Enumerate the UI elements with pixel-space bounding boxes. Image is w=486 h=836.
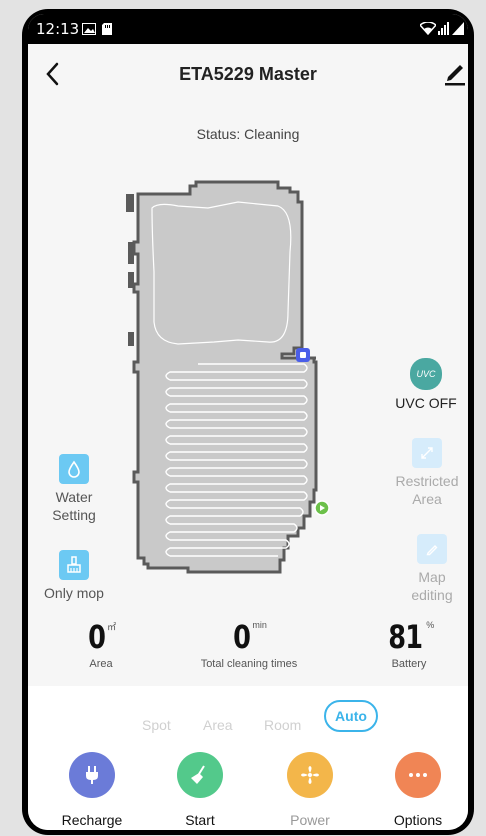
status-bar: 12:13 <box>28 14 468 44</box>
charging-dock-icon <box>296 348 310 362</box>
water-setting-button[interactable]: Water Setting <box>42 454 106 524</box>
restricted-area-button[interactable]: Restricted Area <box>388 438 466 508</box>
cleaning-status: Status: Cleaning <box>196 126 300 142</box>
area-label: Area <box>89 658 113 670</box>
start-button[interactable]: Start <box>150 752 250 828</box>
cleaning-map[interactable] <box>118 172 318 592</box>
only-mop-button[interactable]: Only mop <box>36 550 112 602</box>
gallery-icon <box>82 23 96 35</box>
edit-pencil-icon[interactable] <box>444 58 466 86</box>
map-room-polygon <box>132 180 318 574</box>
uvc-badge-text: UVC <box>416 369 436 379</box>
mop-brush-icon <box>59 550 89 580</box>
options-button[interactable]: Options <box>368 752 468 828</box>
map-edit-icon <box>417 534 447 564</box>
battery-status-icon <box>452 22 464 35</box>
restricted-area-icon <box>412 438 442 468</box>
mode-area[interactable]: Area <box>203 717 233 733</box>
page-title: ETA5229 Master <box>179 64 317 84</box>
cleaning-time-unit: min <box>252 620 267 630</box>
battery-unit: % <box>426 620 435 630</box>
uvc-icon: UVC <box>410 358 442 390</box>
stat-cleaning-time: 0 min Total cleaning times <box>174 618 324 670</box>
battery-label: Battery <box>391 658 427 670</box>
wifi-icon <box>420 22 436 35</box>
start-label: Start <box>185 812 215 828</box>
more-icon <box>395 752 441 798</box>
map-wall-nub <box>128 332 134 346</box>
battery-value: 81 <box>387 618 423 656</box>
options-label: Options <box>393 812 443 828</box>
mode-room[interactable]: Room <box>264 717 301 733</box>
fan-icon <box>287 752 333 798</box>
stat-battery: 81% Battery <box>334 618 468 670</box>
stat-area: 0 ㎡ Area <box>28 618 176 670</box>
map-editing-label-2: editing <box>411 587 453 603</box>
uvc-toggle[interactable]: UVC UVC OFF <box>388 358 464 412</box>
status-time: 12:13 <box>36 20 80 38</box>
app-bar: ETA5229 Master <box>28 44 468 104</box>
uvc-label: UVC OFF <box>395 395 457 411</box>
sd-card-icon <box>102 23 112 35</box>
recharge-button[interactable]: Recharge <box>42 752 142 828</box>
signal-icon <box>438 22 449 35</box>
app-screen: 12:13 ETA5229 Master Status: Cleaning Wa… <box>28 14 468 830</box>
robot-marker-icon <box>314 500 330 516</box>
cleaning-time-value: 0 <box>233 618 251 656</box>
broom-icon <box>177 752 223 798</box>
water-setting-label-2: Setting <box>52 507 96 523</box>
area-value: 0 <box>87 618 106 656</box>
area-unit: ㎡ <box>107 622 117 632</box>
power-label: Power <box>290 812 330 828</box>
water-setting-label-1: Water <box>55 489 93 505</box>
power-button[interactable]: Power <box>260 752 360 828</box>
map-wall-nub <box>126 194 134 212</box>
mode-spot[interactable]: Spot <box>142 717 171 733</box>
map-wall-nub <box>128 272 134 288</box>
map-editing-label-1: Map <box>418 569 446 585</box>
only-mop-label: Only mop <box>44 585 104 601</box>
plug-icon <box>69 752 115 798</box>
map-editing-button[interactable]: Map editing <box>396 534 468 604</box>
recharge-label: Recharge <box>61 812 123 828</box>
cleaning-time-label: Total cleaning times <box>200 658 298 670</box>
restricted-area-label-1: Restricted <box>395 473 459 489</box>
restricted-area-label-2: Area <box>412 491 442 507</box>
water-drop-icon <box>59 454 89 484</box>
mode-auto[interactable]: Auto <box>324 700 378 732</box>
map-wall-nub <box>128 242 134 264</box>
